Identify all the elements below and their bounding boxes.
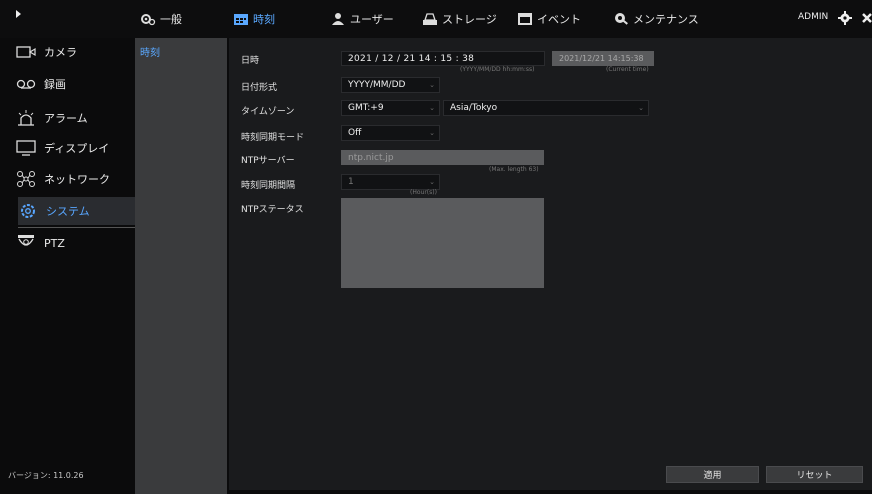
maintenance-icon: [613, 12, 629, 26]
sync-interval-label: 時刻同期間隔: [241, 181, 296, 191]
sidebar-item-display[interactable]: ディスプレイ: [16, 134, 134, 162]
sync-interval-value: 1: [348, 177, 354, 187]
tab-time[interactable]: 時刻: [233, 9, 275, 29]
reset-button[interactable]: リセット: [766, 466, 863, 483]
sidebar-item-system[interactable]: システム: [18, 197, 135, 225]
sync-interval-select[interactable]: 1 ⌄: [341, 174, 440, 190]
tab-event[interactable]: イベント: [517, 9, 581, 29]
settings-gear-icon[interactable]: [838, 10, 852, 29]
ntp-status-label: NTPステータス: [241, 205, 304, 215]
tab-maintenance[interactable]: メンテナンス: [613, 9, 699, 29]
ntp-server-input[interactable]: ntp.nict.jp: [341, 150, 544, 165]
chevron-down-icon: ⌄: [429, 178, 435, 186]
system-gear-icon: [18, 202, 38, 220]
chevron-down-icon: ⌄: [429, 129, 435, 137]
chevron-down-icon: ⌄: [638, 104, 644, 112]
current-time-hint: (Current time): [606, 66, 649, 73]
datetime-input[interactable]: 2021 / 12 / 21 14 : 15 : 38: [341, 51, 545, 66]
version-label: バージョン: 11.0.26: [8, 471, 84, 480]
ntp-server-hint: (Max. length 63): [489, 166, 539, 173]
datetime-format-hint: (YYYY/MM/DD hh:mm:ss): [460, 66, 535, 73]
timezone-zone-value: Asia/Tokyo: [450, 103, 498, 113]
tab-storage[interactable]: ストレージ: [422, 9, 497, 29]
sync-mode-value: Off: [348, 128, 362, 138]
chevron-down-icon: ⌄: [429, 81, 435, 89]
current-time-display: 2021/12/21 14:15:38: [552, 51, 654, 66]
sidebar-item-record[interactable]: 録画: [16, 70, 134, 98]
sync-interval-hint: (Hour(s)): [410, 189, 437, 196]
event-icon: [517, 12, 533, 26]
network-icon: [16, 170, 36, 188]
apply-button[interactable]: 適用: [666, 466, 759, 483]
sync-mode-select[interactable]: Off ⌄: [341, 125, 440, 141]
sidebar-item-network[interactable]: ネットワーク: [16, 165, 134, 193]
collapse-arrow-icon[interactable]: [16, 10, 21, 18]
chevron-down-icon: ⌄: [429, 104, 435, 112]
monitor-icon: [16, 139, 36, 157]
user-icon: [330, 12, 346, 26]
datetime-label: 日時: [241, 56, 260, 66]
sidebar-item-alarm[interactable]: アラーム: [16, 104, 134, 132]
alarm-icon: [16, 109, 36, 127]
tab-user[interactable]: ユーザー: [330, 9, 394, 29]
camera-icon: [16, 43, 36, 61]
timezone-offset-select[interactable]: GMT:+9 ⌄: [341, 100, 440, 116]
current-user: ADMIN: [798, 12, 829, 22]
date-format-label: 日付形式: [241, 83, 278, 93]
timezone-offset-value: GMT:+9: [348, 103, 384, 113]
date-format-select[interactable]: YYYY/MM/DD ⌄: [341, 77, 440, 93]
ntp-status-box: [341, 198, 544, 288]
ptz-icon: [16, 234, 36, 252]
ntp-server-label: NTPサーバー: [241, 156, 295, 166]
gear-icon: [140, 12, 156, 26]
date-format-value: YYYY/MM/DD: [348, 80, 406, 90]
subnav-item-time[interactable]: 時刻: [140, 44, 160, 59]
record-icon: [16, 75, 36, 93]
sidebar-item-camera[interactable]: カメラ: [16, 38, 134, 66]
storage-icon: [422, 12, 438, 26]
top-bar: 一般 時刻 ユーザー ストレージ イベント メンテナンス ADMIN: [0, 0, 872, 38]
sidebar-divider: [18, 227, 135, 228]
sub-navigation: [135, 38, 227, 494]
timezone-zone-select[interactable]: Asia/Tokyo ⌄: [443, 100, 649, 116]
timezone-label: タイムゾーン: [241, 107, 295, 117]
tab-general[interactable]: 一般: [140, 9, 182, 29]
calendar-icon: [233, 12, 249, 26]
close-icon[interactable]: [862, 10, 872, 29]
sidebar-item-ptz[interactable]: PTZ: [16, 229, 134, 257]
sync-mode-label: 時刻同期モード: [241, 133, 305, 143]
